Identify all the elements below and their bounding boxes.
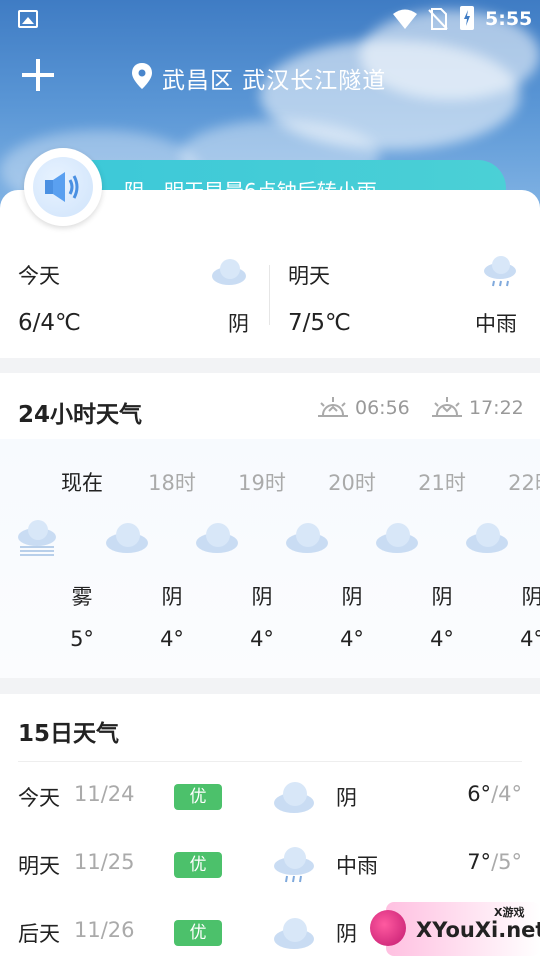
sunset-time: 17:22 (469, 397, 524, 419)
divider (269, 265, 270, 325)
aqi-badge: 优 (174, 920, 222, 946)
hour-item: 21时 阴 4° (352, 439, 466, 678)
hour-item: 现在 雾 5° (0, 439, 103, 678)
cloudy-icon (376, 523, 418, 553)
sunset-icon (432, 397, 462, 417)
gamepad-logo-icon (370, 910, 406, 946)
day-name: 明天 (18, 854, 60, 878)
hour-time: 22时 (508, 471, 540, 495)
cloudy-icon (274, 918, 314, 949)
plus-icon[interactable] (22, 59, 54, 91)
daily-row[interactable]: 明天 11/25 优 中雨 7°/5° (0, 834, 540, 894)
cloudy-icon (286, 523, 328, 553)
top-bar: 武昌区 武汉长江隧道 (0, 55, 540, 99)
daily-row[interactable]: 今天 11/24 优 阴 6°/4° (0, 766, 540, 826)
hour-item: 19时 阴 4° (172, 439, 286, 678)
hourly-strip[interactable]: 现在 雾 5° 18时 阴 4° 19时 阴 4° 20时 阴 4° 21时 阴… (0, 439, 540, 678)
rain-icon (484, 256, 516, 287)
today-temp: 6/4℃ (18, 310, 81, 336)
location-name[interactable]: 武昌区 武汉长江隧道 (162, 61, 386, 95)
watermark: X游戏 XYouXi.net (366, 898, 540, 960)
day-temp-range: 6°/4° (467, 782, 522, 806)
rain-icon (274, 847, 314, 883)
cloudy-icon (106, 523, 148, 553)
clock: 5:55 (485, 8, 533, 30)
wifi-icon (393, 9, 417, 29)
cloudy-icon (466, 523, 508, 553)
hour-temp: 4° (520, 627, 540, 651)
tomorrow-condition: 中雨 (475, 312, 517, 336)
watermark-text: XYouXi.net (416, 918, 540, 942)
gallery-icon (18, 10, 38, 28)
sunrise-time: 06:56 (355, 397, 410, 419)
divider (18, 761, 522, 762)
location-pin-icon (132, 63, 152, 89)
aqi-badge: 优 (174, 784, 222, 810)
day-condition: 中雨 (336, 854, 378, 878)
status-bar: 5:55 (0, 0, 540, 40)
day-date: 11/25 (74, 850, 135, 874)
hour-item: 22时 阴 4° (442, 439, 540, 678)
today-label: 今天 (18, 264, 60, 288)
no-sim-icon (428, 8, 448, 30)
aqi-badge: 优 (174, 852, 222, 878)
day-temp-range: 7°/5° (467, 850, 522, 874)
hour-condition: 阴 (521, 585, 540, 609)
tomorrow-temp: 7/5℃ (288, 310, 351, 336)
speaker-icon (45, 172, 79, 202)
day-date: 11/26 (74, 918, 135, 942)
battery-charging-icon (460, 6, 474, 30)
daily-title: 15日天气 (18, 721, 120, 747)
day-name: 今天 (18, 786, 60, 810)
sunrise-icon (318, 397, 348, 417)
speaker-button[interactable] (24, 148, 102, 226)
day-name: 后天 (18, 922, 60, 946)
today-condition: 阴 (228, 312, 249, 336)
fog-icon (18, 520, 56, 556)
day-condition: 阴 (336, 922, 357, 946)
day-date: 11/24 (74, 782, 135, 806)
cloudy-icon (212, 259, 246, 285)
hourly-title: 24小时天气 (18, 402, 143, 428)
hour-item: 20时 阴 4° (262, 439, 376, 678)
cloudy-icon (196, 523, 238, 553)
hour-item: 18时 阴 4° (82, 439, 196, 678)
hourly-forecast-card: 24小时天气 06:56 17:22 现在 雾 5° 18时 阴 4° 19时 … (0, 373, 540, 678)
tomorrow-label: 明天 (288, 264, 330, 288)
cloudy-icon (274, 782, 314, 813)
day-condition: 阴 (336, 786, 357, 810)
